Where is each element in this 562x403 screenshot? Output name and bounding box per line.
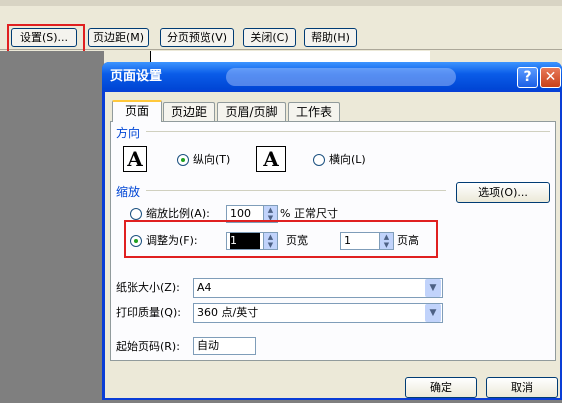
pages-wide-value: 1 (230, 233, 260, 249)
scaling-divider (146, 190, 446, 191)
tab-header-footer[interactable]: 页眉/页脚 (217, 102, 286, 121)
first-page-number-field[interactable]: 自动 (193, 337, 256, 355)
print-quality-value: 360 点/英寸 (197, 306, 259, 319)
orientation-group-label: 方向 (116, 126, 141, 140)
close-preview-button[interactable]: 关闭(C) (243, 28, 296, 47)
ok-button[interactable]: 确定 (405, 377, 477, 398)
portrait-icon: A (123, 146, 147, 172)
pages-tall-label: 页高 (397, 234, 419, 247)
paper-size-select[interactable]: A4 (193, 278, 443, 298)
pages-wide-spinner[interactable]: ▲ ▼ (263, 233, 277, 249)
print-quality-select[interactable]: 360 点/英寸 (193, 303, 443, 323)
orientation-divider (146, 131, 550, 132)
landscape-label: 横向(L) (329, 153, 366, 166)
portrait-radio[interactable] (177, 154, 189, 166)
tab-sheet[interactable]: 工作表 (288, 102, 340, 121)
fit-to-label: 调整为(F): (146, 234, 198, 247)
portrait-label: 纵向(T) (193, 153, 231, 166)
options-button[interactable]: 选项(O)... (456, 182, 550, 203)
adjust-to-radio[interactable] (130, 208, 142, 220)
pages-wide-label: 页宽 (286, 234, 308, 247)
help-icon[interactable]: ? (517, 67, 538, 88)
scaling-group-label: 缩放 (116, 185, 141, 199)
paper-size-value: A4 (197, 281, 212, 294)
landscape-icon: A (256, 146, 286, 172)
preview-background (0, 51, 104, 403)
blurred-title-area (226, 68, 456, 86)
landscape-radio[interactable] (313, 154, 325, 166)
pages-tall-spinner[interactable]: ▲ ▼ (379, 233, 393, 249)
first-page-number-label: 起始页码(R): (116, 340, 180, 353)
adjust-to-label: 缩放比例(A): (146, 207, 210, 220)
paper-size-dropdown-icon[interactable]: ▼ (425, 279, 441, 297)
print-quality-label: 打印质量(Q): (116, 306, 181, 319)
tab-page[interactable]: 页面 (112, 100, 162, 122)
margins-button[interactable]: 页边距(M) (88, 28, 149, 47)
paper-size-label: 纸张大小(Z): (116, 281, 180, 294)
cancel-button[interactable]: 取消 (486, 377, 558, 398)
dialog-title: 页面设置 (110, 69, 163, 84)
help-button[interactable]: 帮助(H) (304, 28, 357, 47)
tab-margins[interactable]: 页边距 (163, 102, 215, 121)
fit-to-radio[interactable] (130, 235, 142, 247)
page-break-preview-button[interactable]: 分页预览(V) (160, 28, 234, 47)
adjust-suffix: % 正常尺寸 (280, 207, 338, 220)
print-quality-dropdown-icon[interactable]: ▼ (425, 304, 441, 322)
close-icon[interactable]: ✕ (540, 67, 561, 88)
